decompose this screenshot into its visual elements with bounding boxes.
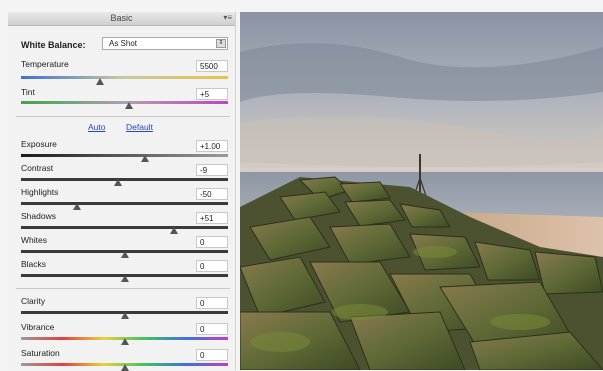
basic-panel: Basic ▾≡ White Balance: As Shot ⇕ Temper… [8,12,236,371]
preview-image [240,12,603,370]
panel-title: Basic [110,13,133,23]
panel-menu-icon[interactable]: ▾≡ [223,13,232,22]
clarity-slider-thumb[interactable] [120,312,129,319]
saturation-value[interactable]: 0 [196,349,228,361]
chevron-down-icon[interactable]: ⇕ [216,39,226,48]
exposure-value[interactable]: +1.00 [196,140,228,152]
clarity-value[interactable]: 0 [196,297,228,309]
default-link[interactable]: Default [126,122,153,132]
highlights-value[interactable]: -50 [196,188,228,200]
white-balance-value: As Shot [109,39,138,48]
vibrance-value[interactable]: 0 [196,323,228,335]
exposure-label: Exposure [21,139,57,149]
clarity-label: Clarity [21,296,46,306]
whites-slider-thumb[interactable] [120,251,129,258]
divider [16,116,230,117]
divider [16,288,230,289]
highlights-slider-thumb[interactable] [72,203,81,210]
whites-label: Whites [21,235,47,245]
shadows-slider-thumb[interactable] [170,227,179,234]
tint-slider-thumb[interactable] [124,102,133,109]
temperature-label: Temperature [21,59,69,69]
contrast-slider-track[interactable] [21,178,228,181]
whites-value[interactable]: 0 [196,236,228,248]
exposure-slider-track[interactable] [21,154,228,157]
white-balance-label: White Balance: [21,40,86,50]
shadows-label: Shadows [21,211,56,221]
temperature-slider-track[interactable] [21,76,228,79]
blacks-slider-thumb[interactable] [120,275,129,282]
highlights-slider-track[interactable] [21,202,228,205]
contrast-slider-thumb[interactable] [114,179,123,186]
exposure-slider-thumb[interactable] [141,155,150,162]
panel-header[interactable]: Basic ▾≡ [8,12,235,26]
tint-label: Tint [21,87,35,97]
breakwater-photo [240,12,603,370]
vibrance-label: Vibrance [21,322,55,332]
blacks-label: Blacks [21,259,47,269]
blacks-value[interactable]: 0 [196,260,228,272]
saturation-label: Saturation [21,348,60,358]
shadows-value[interactable]: +51 [196,212,228,224]
highlights-label: Highlights [21,187,59,197]
vibrance-slider-thumb[interactable] [120,338,129,345]
contrast-label: Contrast [21,163,54,173]
shadows-slider-track[interactable] [21,226,228,229]
tint-value[interactable]: +5 [196,88,228,100]
contrast-value[interactable]: -9 [196,164,228,176]
auto-link[interactable]: Auto [88,122,106,132]
temperature-value[interactable]: 5500 [196,60,228,72]
temperature-slider-thumb[interactable] [95,78,104,85]
white-balance-select[interactable]: As Shot ⇕ [102,37,228,50]
